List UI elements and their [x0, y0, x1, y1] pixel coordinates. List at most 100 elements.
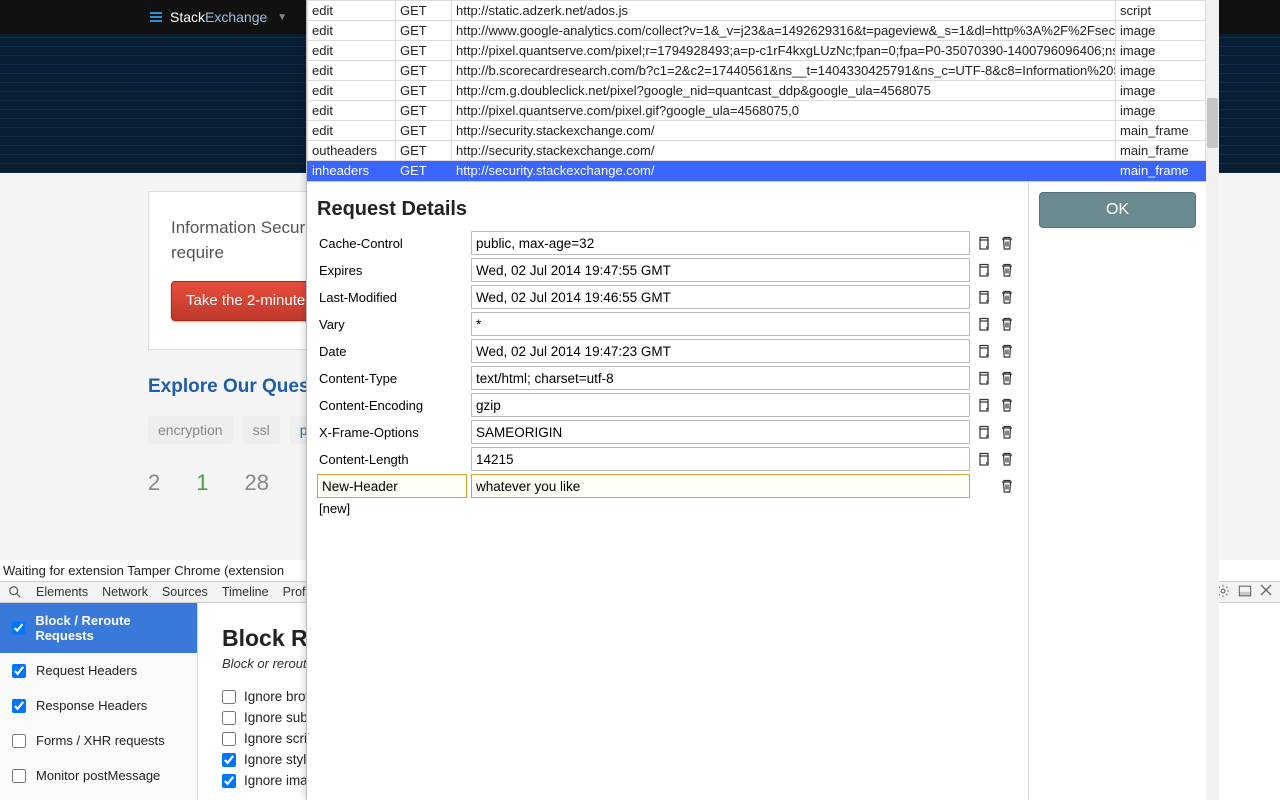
close-icon[interactable] — [1260, 584, 1272, 601]
delete-icon[interactable] — [998, 234, 1016, 252]
request-cell-t: image — [1116, 41, 1206, 61]
details-title: Request Details — [317, 198, 1018, 221]
sidebar-checkbox[interactable] — [12, 621, 25, 635]
header-row: Cache-Control — [317, 231, 1018, 255]
request-row[interactable]: editGEThttp://www.google-analytics.com/c… — [308, 21, 1206, 41]
se-logo[interactable]: StackExchange ▼ — [148, 9, 287, 25]
request-table: editGEThttp://static.adzerk.net/ados.jss… — [307, 0, 1206, 181]
filter-checkbox[interactable] — [222, 711, 236, 725]
request-cell-t: image — [1116, 61, 1206, 81]
header-value-input[interactable] — [471, 420, 970, 444]
header-row: Expires — [317, 258, 1018, 282]
header-value-input[interactable] — [471, 339, 970, 363]
header-name: Vary — [317, 317, 467, 332]
dock-icon[interactable] — [1238, 584, 1252, 601]
header-value-input[interactable] — [471, 393, 970, 417]
request-row[interactable]: editGEThttp://security.stackexchange.com… — [308, 121, 1206, 141]
ok-button[interactable]: OK — [1039, 192, 1196, 228]
delete-icon[interactable] — [998, 450, 1016, 468]
stat-value: 1 — [196, 470, 208, 496]
request-cell-t: image — [1116, 81, 1206, 101]
request-row[interactable]: inheadersGEThttp://security.stackexchang… — [308, 161, 1206, 181]
new-header-value-input[interactable] — [471, 474, 970, 498]
tamper-popup: editGEThttp://static.adzerk.net/ados.jss… — [306, 0, 1206, 800]
delete-icon[interactable] — [998, 477, 1016, 495]
delete-icon[interactable] — [998, 315, 1016, 333]
request-details: Request Details Cache-ControlExpiresLast… — [307, 181, 1206, 800]
header-value-input[interactable] — [471, 312, 970, 336]
sidebar-item[interactable]: Monitor postMessage — [0, 758, 197, 793]
header-value-input[interactable] — [471, 285, 970, 309]
sidebar-checkbox[interactable] — [12, 769, 26, 783]
request-cell-t: main_frame — [1116, 161, 1206, 181]
search-icon[interactable] — [8, 585, 22, 599]
add-new-header-link[interactable]: [new] — [317, 501, 1018, 516]
request-cell-a: edit — [308, 121, 396, 141]
request-cell-a: outheaders — [308, 141, 396, 161]
scrollbar[interactable] — [1206, 0, 1219, 800]
devtools-tab-sources[interactable]: Sources — [162, 585, 208, 599]
devtools-sidebar: Block / Reroute RequestsRequest Headers R… — [0, 603, 198, 800]
filter-checkbox[interactable] — [222, 774, 236, 788]
sidebar-checkbox[interactable] — [12, 699, 26, 713]
copy-icon[interactable] — [974, 396, 992, 414]
copy-icon[interactable] — [974, 342, 992, 360]
sidebar-checkbox[interactable] — [12, 734, 26, 748]
request-cell-a: inheaders — [308, 161, 396, 181]
request-row[interactable]: editGEThttp://cm.g.doubleclick.net/pixel… — [308, 81, 1206, 101]
take-tour-button[interactable]: Take the 2-minute t — [171, 281, 329, 321]
sidebar-item-label: Monitor postMessage — [36, 768, 160, 783]
copy-icon[interactable] — [974, 423, 992, 441]
sidebar-item[interactable]: Response Headers — [0, 688, 197, 723]
copy-icon[interactable] — [974, 288, 992, 306]
filter-label: Ignore style — [244, 752, 314, 767]
request-row[interactable]: editGEThttp://pixel.quantserve.com/pixel… — [308, 101, 1206, 121]
request-row[interactable]: editGEThttp://b.scorecardresearch.com/b?… — [308, 61, 1206, 81]
header-row: Content-Length — [317, 447, 1018, 471]
tag-encryption[interactable]: encryption — [148, 416, 233, 444]
delete-icon[interactable] — [998, 288, 1016, 306]
request-cell-u: http://static.adzerk.net/ados.js — [452, 1, 1116, 21]
header-value-input[interactable] — [471, 366, 970, 390]
request-row[interactable]: editGEThttp://static.adzerk.net/ados.jss… — [308, 1, 1206, 21]
request-cell-t: main_frame — [1116, 141, 1206, 161]
delete-icon[interactable] — [998, 423, 1016, 441]
header-value-input[interactable] — [471, 231, 970, 255]
delete-icon[interactable] — [998, 342, 1016, 360]
devtools-tab-network[interactable]: Network — [102, 585, 148, 599]
sidebar-checkbox[interactable] — [12, 664, 26, 678]
filter-checkbox[interactable] — [222, 753, 236, 767]
delete-icon[interactable] — [998, 369, 1016, 387]
header-row: X-Frame-Options — [317, 420, 1018, 444]
request-cell-u: http://b.scorecardresearch.com/b?c1=2&c2… — [452, 61, 1116, 81]
sidebar-item-label: Response Headers — [36, 698, 147, 713]
header-row: Content-Encoding — [317, 393, 1018, 417]
devtools-tab-elements[interactable]: Elements — [36, 585, 88, 599]
delete-icon[interactable] — [998, 261, 1016, 279]
filter-checkbox[interactable] — [222, 732, 236, 746]
header-value-input[interactable] — [471, 447, 970, 471]
header-value-input[interactable] — [471, 258, 970, 282]
request-cell-m: GET — [396, 21, 452, 41]
devtools-tab-timeline[interactable]: Timeline — [222, 585, 269, 599]
new-header-key-input[interactable] — [317, 474, 467, 498]
copy-icon[interactable] — [974, 450, 992, 468]
copy-icon[interactable] — [974, 315, 992, 333]
copy-icon[interactable] — [974, 234, 992, 252]
sidebar-item[interactable]: Request Headers — [0, 653, 197, 688]
sidebar-item-label: Forms / XHR requests — [36, 733, 165, 748]
filter-checkbox[interactable] — [222, 690, 236, 704]
tag-ssl[interactable]: ssl — [243, 416, 280, 444]
copy-icon[interactable] — [974, 369, 992, 387]
request-cell-t: image — [1116, 21, 1206, 41]
sidebar-item[interactable]: Forms / XHR requests — [0, 723, 197, 758]
copy-icon[interactable] — [974, 261, 992, 279]
delete-icon[interactable] — [998, 396, 1016, 414]
se-brand: StackExchange — [170, 9, 267, 25]
request-cell-a: edit — [308, 41, 396, 61]
request-row[interactable]: editGEThttp://pixel.quantserve.com/pixel… — [308, 41, 1206, 61]
request-cell-u: http://pixel.quantserve.com/pixel;r=1794… — [452, 41, 1116, 61]
sidebar-item[interactable]: Block / Reroute Requests — [0, 603, 197, 653]
se-logo-icon — [148, 9, 164, 25]
request-row[interactable]: outheadersGEThttp://security.stackexchan… — [308, 141, 1206, 161]
